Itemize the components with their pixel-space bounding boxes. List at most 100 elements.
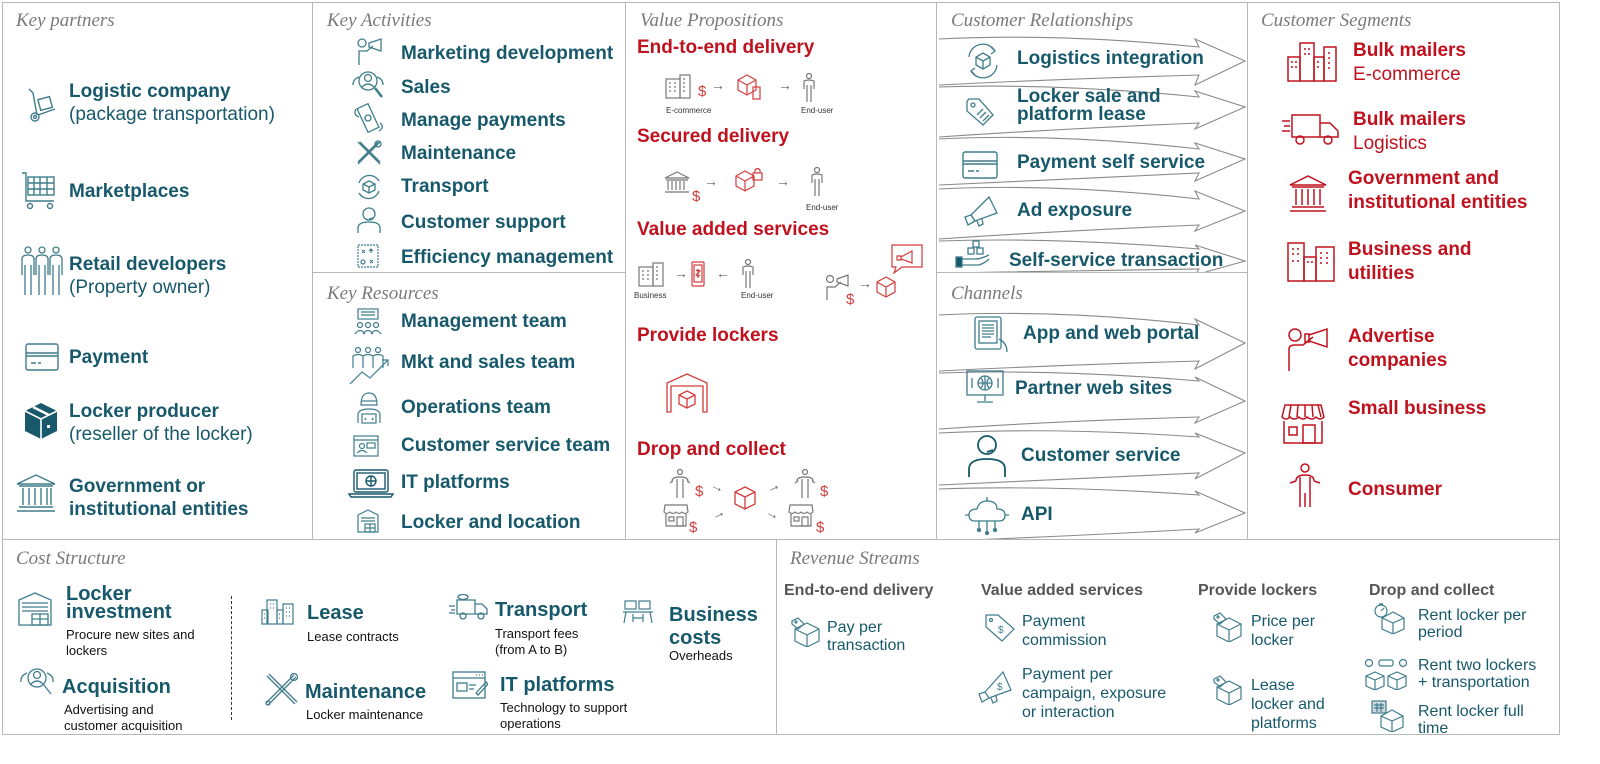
- cost-acquisition-desc2: customer acquisition: [64, 718, 183, 733]
- vp-dollar: $: [816, 519, 825, 536]
- relationship-platform-lease: platform lease: [1017, 104, 1146, 125]
- headset-person-icon: [967, 433, 1007, 479]
- customer-segments-panel: Customer Segments Bulk mailers E-commerc…: [1247, 2, 1560, 540]
- activity-customer-support: Customer support: [401, 212, 566, 233]
- key-partners-panel: Key partners Logistic company (package t…: [2, 2, 313, 540]
- activity-manage-payments: Manage payments: [401, 110, 566, 131]
- revenue-heading-end-to-end: End-to-end delivery: [784, 582, 934, 599]
- partner-locker-producer-sub: (reseller of the locker): [69, 424, 253, 445]
- vp-arrow: →: [778, 77, 792, 93]
- end-user-person-icon: [802, 73, 816, 103]
- cloud-network-icon: [965, 495, 1009, 535]
- vp-dollar: $: [689, 519, 698, 536]
- vp-value-added-services: Value added services: [637, 219, 830, 240]
- channels-title: Channels: [951, 283, 1023, 304]
- vp-secured-delivery: Secured delivery: [637, 126, 790, 147]
- dollar-megaphone-icon: $: [977, 670, 1013, 704]
- revenue-lease-locker-line3: platforms: [1251, 715, 1317, 732]
- segment-advertise-companies: Advertise: [1348, 326, 1435, 347]
- partner-payment: Payment: [69, 347, 149, 368]
- locker-warehouse-icon: [357, 509, 379, 533]
- credit-card-icon: [25, 343, 59, 371]
- vp-provide-lockers: Provide lockers: [637, 325, 779, 346]
- revenue-payment-per-campaign-line3: or interaction: [1022, 704, 1115, 721]
- revenue-rent-two-lockers: Rent two lockers: [1418, 657, 1537, 674]
- timer-box-icon: [1373, 602, 1407, 634]
- locker-warehouse-icon: [18, 592, 52, 626]
- cost-locker-investment-desc: Procure new sites and: [66, 627, 195, 642]
- segment-business-utilities-line2: utilities: [1348, 263, 1415, 284]
- revenue-rent-full-time-line2: time: [1418, 720, 1449, 737]
- locker-warehouse-icon: [666, 373, 708, 413]
- vp-dollar: $: [695, 483, 704, 500]
- segment-business-utilities: Business and: [1348, 239, 1472, 260]
- chat-window-icon: [353, 434, 379, 458]
- hand-boxes-icon: [955, 239, 991, 269]
- revenue-price-per-locker: Price per: [1251, 613, 1316, 630]
- laptop-globe-icon: [348, 468, 394, 498]
- cost-transport-desc2: (from A to B): [495, 642, 568, 657]
- key-partners-title: Key partners: [16, 10, 115, 31]
- end-user-person-icon: [741, 259, 755, 289]
- business-model-canvas: Key partners Logistic company (package t…: [0, 0, 1600, 764]
- cost-transport: Transport: [495, 599, 588, 621]
- partner-logistic-company: Logistic company: [69, 81, 231, 102]
- resource-operations-team: Operations team: [401, 397, 551, 418]
- office-desks-icon: [623, 600, 653, 624]
- activity-marketing-development: Marketing development: [401, 43, 614, 64]
- channel-app-web-portal: App and web portal: [1023, 323, 1200, 344]
- delivery-truck-icon: [1282, 111, 1340, 147]
- dollar-tag-icon: $: [984, 613, 1016, 643]
- cost-locker-investment-desc2: lockers: [66, 643, 108, 658]
- revenue-payment-commission: Payment: [1022, 613, 1086, 630]
- partner-retail-developers-sub: (Property owner): [69, 277, 211, 298]
- segment-government-line2: institutional entities: [1348, 192, 1528, 213]
- person-icon: [794, 469, 816, 499]
- vp-dollar: $: [820, 483, 829, 500]
- ad-package-icon: [874, 243, 924, 299]
- resource-management-team: Management team: [401, 311, 567, 332]
- strategy-board-icon: [356, 243, 380, 269]
- channel-api: API: [1021, 504, 1053, 525]
- revenue-streams-panel: Revenue Streams End-to-end delivery Pay …: [776, 539, 1560, 737]
- storefront-icon: [663, 503, 689, 527]
- segment-advertise-companies-line2: companies: [1348, 350, 1448, 371]
- revenue-streams-title: Revenue Streams: [790, 548, 920, 569]
- cost-it-platforms-desc2: operations: [500, 716, 561, 731]
- key-resources-panel: Key Resources Management team Mkt and sa…: [312, 272, 626, 540]
- cost-structure-panel: Cost Structure Locker investment Procure…: [2, 539, 777, 735]
- sales-search-icon: [18, 667, 56, 697]
- e-commerce-buildings-icon: [664, 73, 692, 99]
- two-boxes-truck-icon: [1363, 658, 1409, 690]
- delivery-truck-icon: [449, 594, 489, 620]
- cost-it-platforms-desc: Technology to support: [500, 700, 628, 715]
- person-icon: [1288, 463, 1322, 509]
- institution-building-icon: [664, 171, 690, 193]
- segment-bulk-mailers-ecommerce: Bulk mailers: [1353, 40, 1466, 61]
- price-tag-icon: [965, 97, 995, 127]
- vp-dollar: $: [692, 188, 701, 205]
- key-resources-title: Key Resources: [327, 283, 439, 304]
- partner-marketplaces: Marketplaces: [69, 181, 190, 202]
- hand-truck-icon: [23, 85, 59, 125]
- revenue-rent-two-lockers-line2: + transportation: [1418, 674, 1530, 691]
- megaphone-person-icon: [1285, 327, 1331, 373]
- secured-package-icon: [734, 167, 764, 195]
- revenue-lease-locker: Lease: [1251, 677, 1295, 694]
- resource-it-platforms: IT platforms: [401, 472, 510, 493]
- vp-dollar: $: [698, 83, 707, 100]
- megaphone-person-icon: [355, 37, 385, 67]
- segment-bulk-mailers-ecommerce-sub: E-commerce: [1353, 64, 1461, 85]
- segment-consumer: Consumer: [1348, 479, 1442, 500]
- partner-government: Government or: [69, 476, 206, 497]
- sales-search-icon: [351, 69, 385, 101]
- storefront-icon: [1281, 403, 1325, 445]
- activity-maintenance: Maintenance: [401, 143, 517, 164]
- box-tag-icon: [1212, 612, 1244, 642]
- city-buildings-icon: [1286, 241, 1338, 283]
- cost-transport-desc: Transport fees: [495, 626, 579, 641]
- partner-government-line2: institutional entities: [69, 499, 249, 520]
- activity-transport: Transport: [401, 176, 489, 197]
- vp-dollar: $: [846, 291, 855, 308]
- partner-locker-producer: Locker producer: [69, 401, 219, 422]
